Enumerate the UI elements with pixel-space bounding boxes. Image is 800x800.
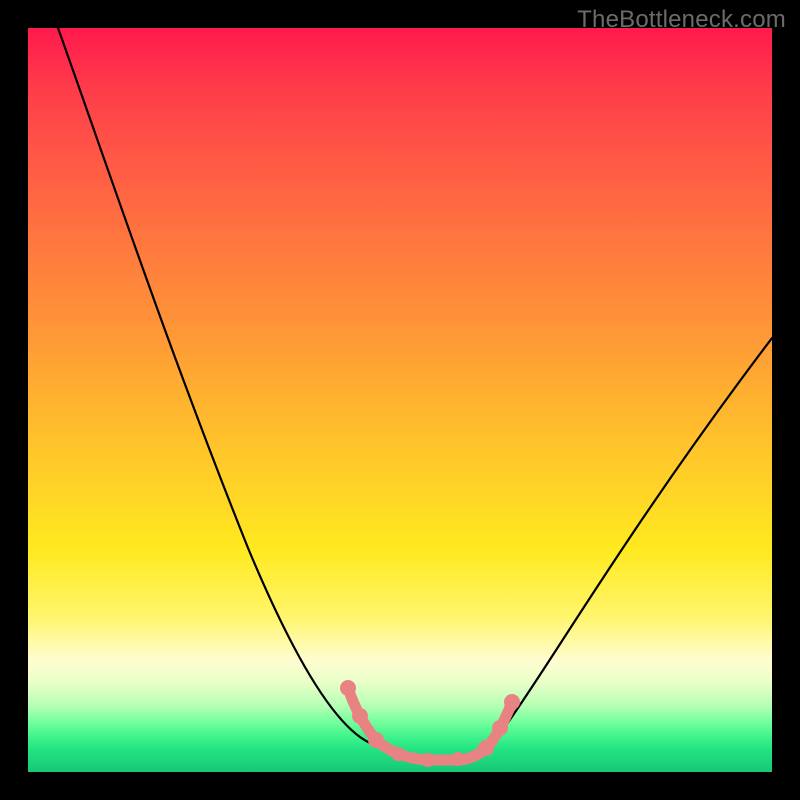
watermark-text: TheBottleneck.com [577, 6, 786, 34]
bead-marker [421, 753, 435, 767]
bead-marker [451, 752, 465, 766]
plot-area [28, 28, 772, 772]
bead-marker [504, 694, 520, 710]
bead-marker [391, 747, 405, 761]
bead-marker [368, 732, 384, 748]
curve-layer [28, 28, 772, 772]
bead-marker [492, 720, 508, 736]
bead-marker [340, 680, 356, 696]
bottleneck-curve [58, 28, 772, 758]
bead-marker [352, 708, 368, 724]
chart-frame: TheBottleneck.com [0, 0, 800, 800]
bead-marker [478, 740, 494, 756]
